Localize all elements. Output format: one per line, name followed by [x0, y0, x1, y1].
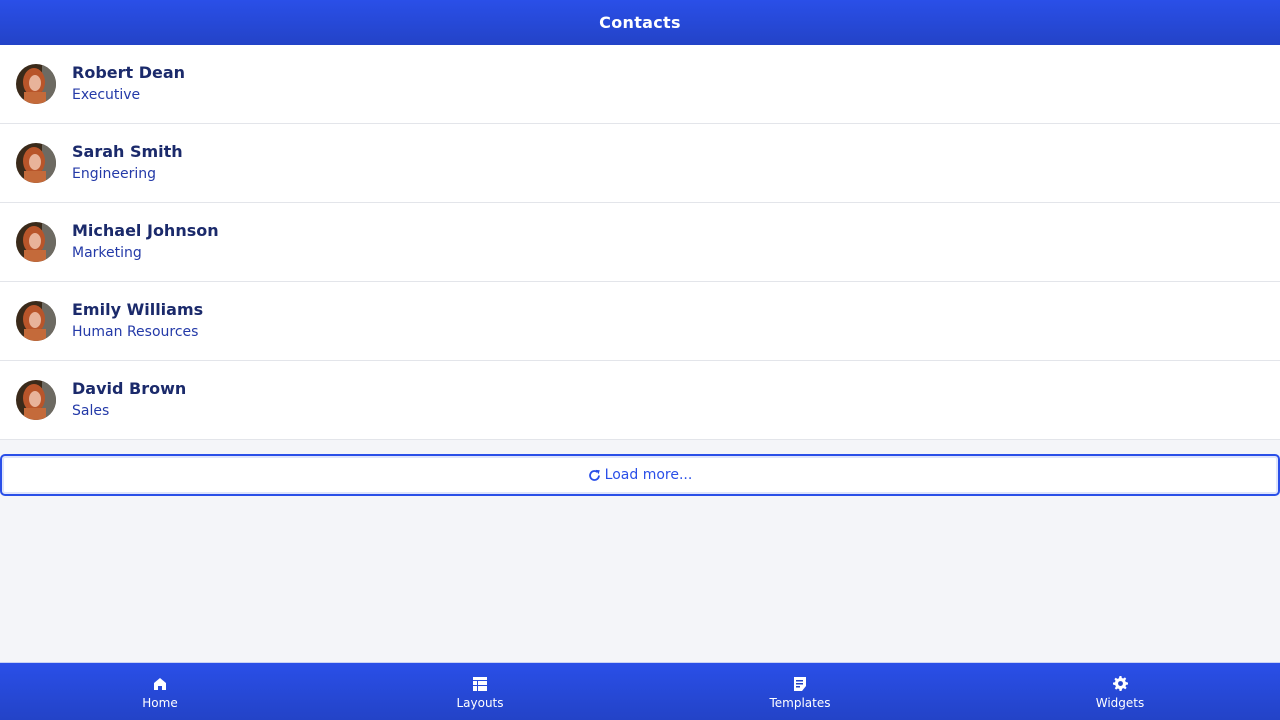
contact-list: Robert Dean Executive Sarah Smith Engine…	[0, 45, 1280, 440]
avatar	[16, 64, 56, 104]
contact-row[interactable]: David Brown Sales	[0, 361, 1280, 440]
contact-role: Executive	[72, 87, 141, 103]
contact-name: Emily Williams	[72, 300, 204, 319]
contact-row[interactable]: Michael Johnson Marketing	[0, 203, 1280, 282]
app-header: Contacts	[0, 0, 1280, 45]
nav-widgets[interactable]: Widgets	[960, 663, 1280, 720]
contact-row[interactable]: Robert Dean Executive	[0, 45, 1280, 124]
contact-row[interactable]: Sarah Smith Engineering	[0, 124, 1280, 203]
nav-layouts-label: Layouts	[456, 695, 504, 710]
contact-row[interactable]: Emily Williams Human Resources	[0, 282, 1280, 361]
nav-home-label: Home	[142, 695, 178, 710]
refresh-icon	[588, 469, 600, 481]
avatar	[16, 301, 56, 341]
nav-layouts[interactable]: Layouts	[320, 663, 640, 720]
contact-role: Marketing	[72, 245, 142, 261]
nav-templates[interactable]: Templates	[640, 663, 960, 720]
avatar	[16, 143, 56, 183]
contact-name: Sarah Smith	[72, 142, 183, 161]
load-more-button[interactable]: Load more...	[0, 454, 1280, 496]
document-icon	[792, 676, 808, 692]
nav-home[interactable]: Home	[0, 663, 320, 720]
contact-name: Michael Johnson	[72, 221, 219, 240]
contact-role: Sales	[72, 403, 110, 419]
nav-widgets-label: Widgets	[1095, 695, 1145, 710]
load-more-label: Load more...	[604, 467, 693, 483]
home-icon	[152, 676, 168, 692]
contact-name: David Brown	[72, 379, 187, 398]
contact-role: Engineering	[72, 166, 156, 182]
page-title: Contacts	[599, 13, 681, 32]
avatar	[16, 222, 56, 262]
contact-name: Robert Dean	[72, 63, 186, 82]
table-icon	[472, 676, 488, 692]
contact-role: Human Resources	[72, 324, 199, 340]
bottom-nav: Home Layouts Templates Widgets	[0, 662, 1280, 720]
nav-templates-label: Templates	[769, 695, 831, 710]
avatar	[16, 380, 56, 420]
gear-icon	[1112, 676, 1128, 692]
